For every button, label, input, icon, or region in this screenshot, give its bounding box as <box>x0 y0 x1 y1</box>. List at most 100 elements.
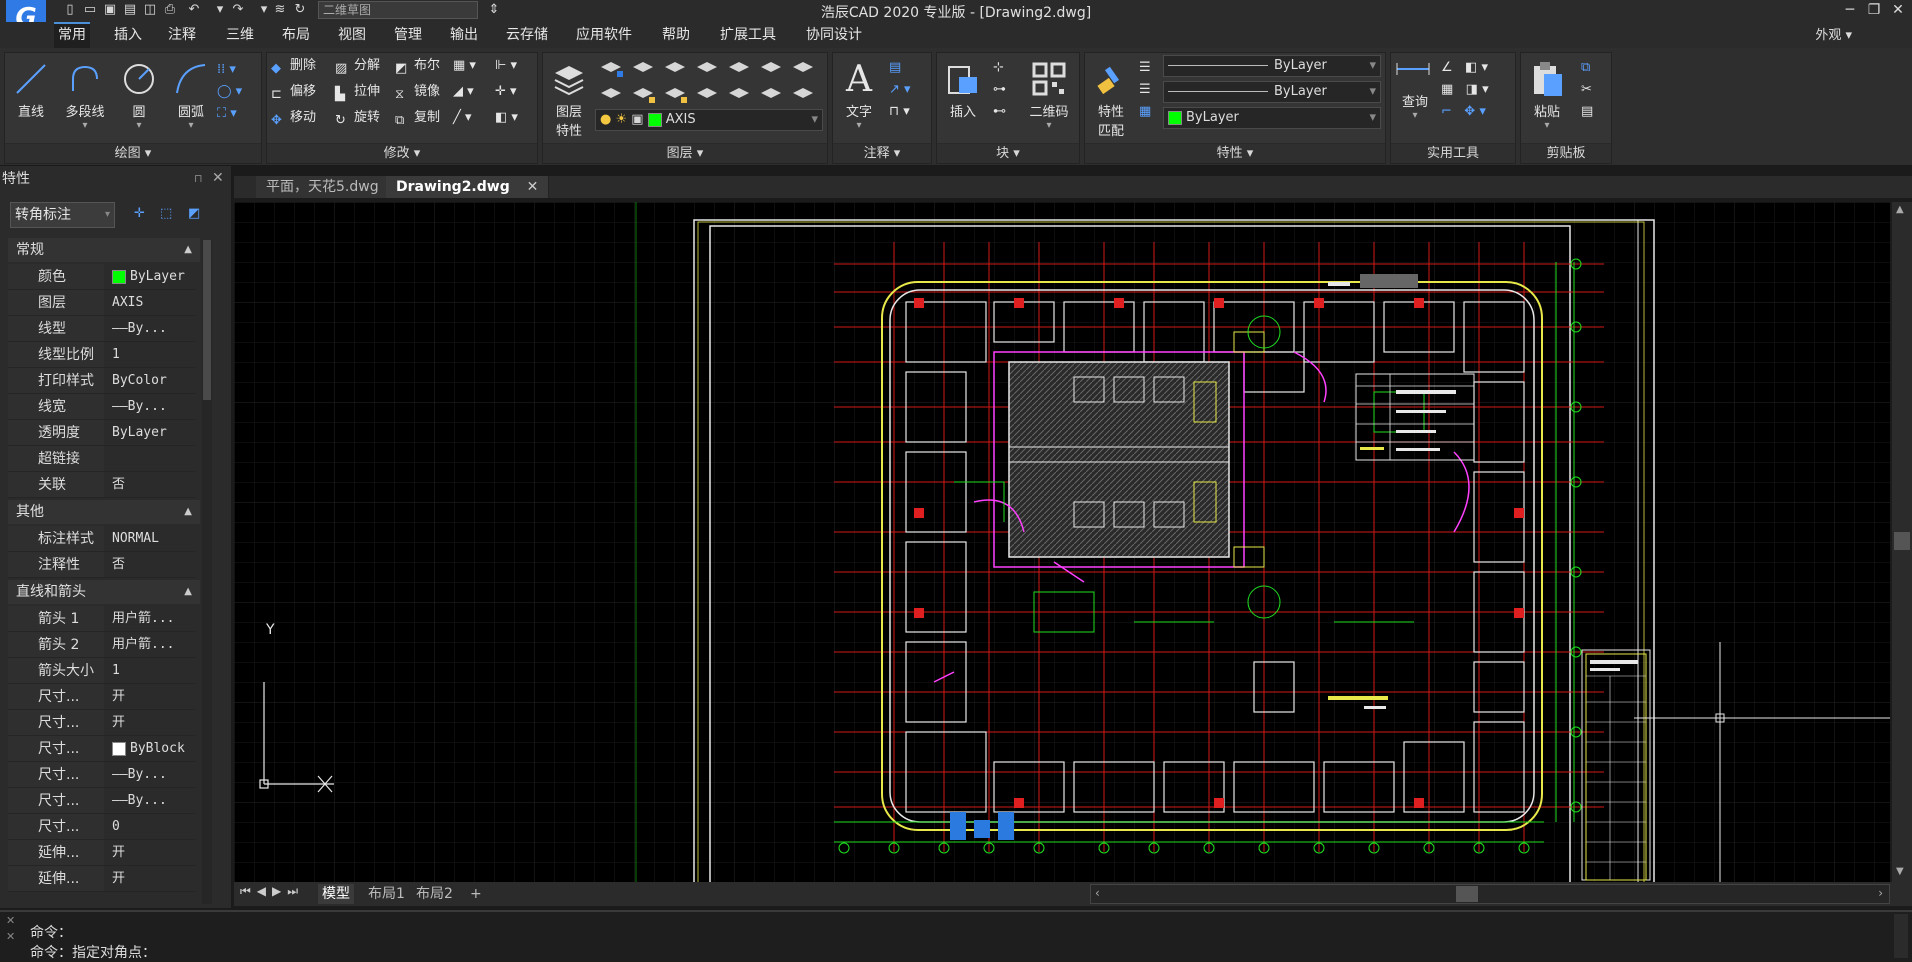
canvas-vertical-scrollbar[interactable]: ▲ ▼ <box>1892 202 1912 882</box>
prop-value[interactable]: ByLayer <box>104 420 204 445</box>
tab-layout1[interactable]: 布局1 <box>364 884 409 904</box>
drawing-svg[interactable] <box>234 202 1890 882</box>
circle-button[interactable]: 圆 ▾ <box>115 55 163 135</box>
offset-button[interactable]: ⊏ 偏移 <box>271 81 316 103</box>
prop-value[interactable]: 开 <box>104 866 204 891</box>
query-dropdown-icon[interactable]: ▾ <box>1391 110 1439 121</box>
layer-dropdown-icon[interactable]: ▾ <box>811 110 818 130</box>
prop-value[interactable]: 开 <box>104 840 204 865</box>
prop-row[interactable]: 尺寸... 开 <box>8 684 204 710</box>
layer-tools-icons[interactable] <box>597 57 825 107</box>
copy-base-icon[interactable]: ▤ <box>1581 101 1607 123</box>
boolean-button[interactable]: ◩ 布尔 <box>395 55 440 77</box>
prop-row[interactable]: 颜色 ByLayer <box>8 264 204 290</box>
panel-properties-title[interactable]: 特性 ▾ <box>1085 143 1385 163</box>
prop-value[interactable]: 开 <box>104 710 204 735</box>
polyline-button[interactable]: 多段线 ▾ <box>61 55 109 135</box>
prop-value[interactable]: ——By... <box>104 316 204 341</box>
prop-row[interactable]: 延伸... 开 <box>8 840 204 866</box>
menu-home[interactable]: 常用 <box>54 22 90 48</box>
properties-scroll-thumb[interactable] <box>203 240 211 400</box>
menu-cloud[interactable]: 云存储 <box>502 22 552 48</box>
prop-row[interactable]: 延伸... 开 <box>8 866 204 892</box>
panel-modify-title[interactable]: 修改 ▾ <box>267 143 537 163</box>
calculator-icon[interactable]: ▦ ◨ ▾ <box>1441 79 1513 101</box>
erase-button[interactable]: ◆ 删除 <box>271 55 316 77</box>
prop-value[interactable]: 用户箭... <box>104 606 204 631</box>
panel-block-title[interactable]: 块 ▾ <box>937 143 1079 163</box>
point-grid-icon[interactable]: ⁞⁞ ▾ <box>217 59 257 81</box>
toggle-pickadd-icon[interactable]: ◩ <box>188 206 200 221</box>
prop-row[interactable]: 尺寸... ——By... <box>8 788 204 814</box>
tab-add-layout[interactable]: + <box>466 884 486 904</box>
selection-dropdown-icon[interactable]: ▾ <box>105 203 110 227</box>
tab-model[interactable]: 模型 <box>318 884 354 904</box>
qrcode-button[interactable]: 二维码 ▾ <box>1025 55 1073 135</box>
menu-extensions[interactable]: 扩展工具 <box>716 22 780 48</box>
explode-button[interactable]: ▨ 分解 <box>335 55 380 77</box>
vertical-scroll-thumb[interactable] <box>1894 532 1910 550</box>
prop-row[interactable]: 箭头 2 用户箭... <box>8 632 204 658</box>
prop-row[interactable]: 箭头大小 1 <box>8 658 204 684</box>
layout-nav-icons[interactable]: ⏮◀▶⏭ <box>240 884 304 899</box>
menu-layout[interactable]: 布局 <box>278 22 314 48</box>
match-properties-button[interactable]: 特性 匹配 <box>1087 55 1135 139</box>
create-block-icon[interactable]: ⊹ <box>993 57 1019 79</box>
prop-value[interactable]: ——By... <box>104 762 204 787</box>
command-scrollbar[interactable] <box>1894 914 1908 958</box>
menu-view[interactable]: 视图 <box>334 22 370 48</box>
prop-row[interactable]: 注释性否 <box>8 552 204 578</box>
linetype-select[interactable]: ByLayer ▾ <box>1163 81 1381 103</box>
prop-value[interactable]: 1 <box>104 658 204 683</box>
scroll-right-icon[interactable]: › <box>1878 886 1883 900</box>
doc-tab-close-icon[interactable]: ✕ <box>527 179 539 195</box>
prop-value[interactable]: AXIS <box>104 290 204 315</box>
prop-row[interactable]: 尺寸... ByBlock <box>8 736 204 762</box>
quick-select-icon[interactable]: ✛ <box>134 206 145 221</box>
prop-value[interactable]: 1 <box>104 342 204 367</box>
appearance-menu[interactable]: 外观 ▾ <box>1815 24 1852 43</box>
color-select[interactable]: ByLayer ▾ <box>1163 107 1381 129</box>
query-button[interactable]: 查询 ▾ <box>1391 91 1439 135</box>
panel-layer-title[interactable]: 图层 ▾ <box>543 143 827 163</box>
prop-row[interactable]: 超链接 <box>8 446 204 472</box>
scale-icon[interactable]: ◧ ▾ <box>495 107 518 129</box>
linetype-dropdown-icon[interactable]: ▾ <box>1369 82 1376 102</box>
menu-collab[interactable]: 协同设计 <box>802 22 866 48</box>
prop-value[interactable]: 开 <box>104 684 204 709</box>
table-icon[interactable]: ▤ <box>889 57 929 79</box>
menu-help[interactable]: 帮助 <box>658 22 694 48</box>
horizontal-scroll-thumb[interactable] <box>1456 886 1478 902</box>
angle-icon[interactable]: ∠ ◧ ▾ <box>1441 57 1513 79</box>
menu-apps[interactable]: 应用软件 <box>572 22 636 48</box>
pin-icon[interactable]: ⊓ <box>194 172 203 185</box>
layer-select[interactable]: ● ☀ ▣ AXIS ▾ <box>595 109 823 131</box>
palette-close-icon[interactable]: ✕ <box>212 170 224 186</box>
attribute-icon[interactable]: ⊷ <box>993 101 1019 123</box>
prop-row[interactable]: 打印样式 ByColor <box>8 368 204 394</box>
prop-value[interactable]: 用户箭... <box>104 632 204 657</box>
ellipse-icon[interactable]: ◯ ▾ <box>217 81 257 103</box>
menu-annotate[interactable]: 注释 <box>164 22 200 48</box>
color-dropdown-icon[interactable]: ▾ <box>1369 108 1376 128</box>
text-dropdown-icon[interactable]: ▾ <box>835 120 883 131</box>
scroll-left-icon[interactable]: ‹ <box>1095 886 1100 900</box>
hatch-icon[interactable]: ⛶ ▾ <box>217 103 257 125</box>
fillet-icon[interactable]: ◢ ▾ <box>453 81 474 103</box>
layer-properties-button[interactable]: 图层 特性 <box>545 55 593 139</box>
command-settings-icon[interactable]: ✕ <box>6 930 15 943</box>
prop-value[interactable]: 否 <box>104 472 204 497</box>
array-icon[interactable]: ▦ ▾ <box>453 55 476 77</box>
prop-value[interactable]: ByBlock <box>104 736 204 761</box>
menu-manage[interactable]: 管理 <box>390 22 426 48</box>
break-icon[interactable]: ╱ ▾ <box>453 107 471 129</box>
arc-button[interactable]: 圆弧 ▾ <box>167 55 215 135</box>
prop-row[interactable]: 尺寸... 0 <box>8 814 204 840</box>
menu-insert[interactable]: 插入 <box>110 22 146 48</box>
copy-clip-icon[interactable]: ⧉ <box>1581 57 1607 79</box>
lineweight-dropdown-icon[interactable]: ▾ <box>1369 56 1376 76</box>
prop-row[interactable]: 图层 AXIS <box>8 290 204 316</box>
restore-icon[interactable]: ❐ <box>1864 2 1884 18</box>
prop-row[interactable]: 透明度 ByLayer <box>8 420 204 446</box>
prop-value[interactable]: ——By... <box>104 394 204 419</box>
